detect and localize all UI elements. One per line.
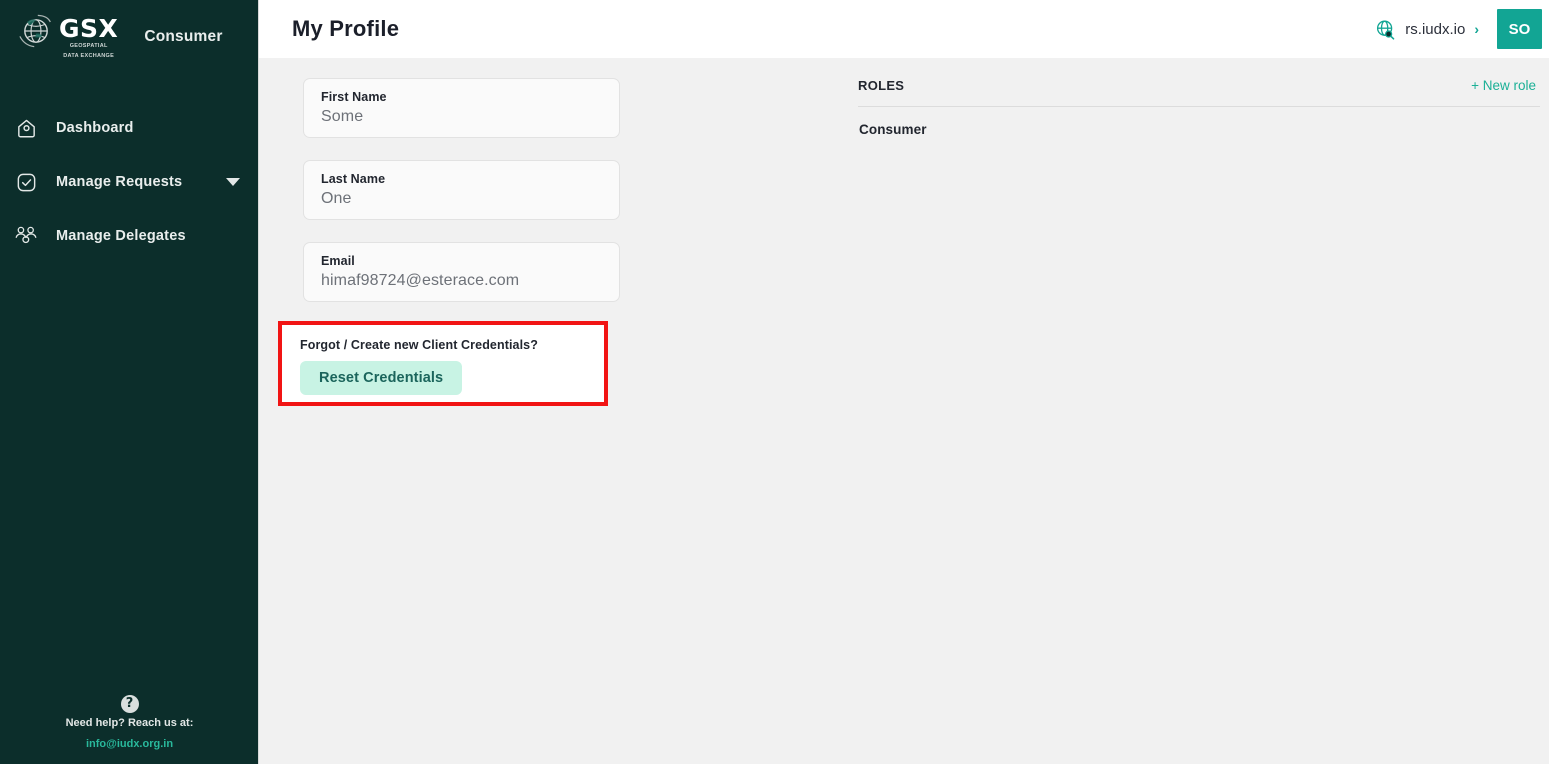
app-root: GSX GEOSPATIAL DATA EXCHANGE Consumer Da…	[0, 0, 1549, 764]
chevron-down-icon[interactable]	[226, 178, 240, 186]
home-icon	[14, 116, 38, 140]
help-text: Need help? Reach us at:	[65, 717, 194, 729]
profile-form-column: First Name Some Last Name One Email hima…	[259, 58, 845, 764]
people-group-icon	[14, 224, 38, 248]
first-name-field[interactable]: First Name Some	[303, 78, 620, 138]
question-circle-icon: ?	[120, 695, 139, 713]
sidebar-item-label: Dashboard	[56, 120, 134, 136]
wordmark-subtitle-line1: GEOSPATIAL	[69, 43, 108, 50]
last-name-field[interactable]: Last Name One	[303, 160, 620, 220]
server-name: rs.iudx.io	[1405, 20, 1466, 38]
content-area: First Name Some Last Name One Email hima…	[259, 58, 1549, 764]
sidebar-item-label: Manage Requests	[56, 174, 183, 190]
help-section: ? Need help? Reach us at: info@iudx.org.…	[0, 695, 259, 752]
brand-header: GSX GEOSPATIAL DATA EXCHANGE Consumer	[0, 0, 258, 74]
wordmark-subtitle-line2: DATA EXCHANGE	[63, 52, 115, 59]
roles-column: ROLES + New role Consumer	[845, 58, 1549, 764]
sidebar-item-label: Manage Delegates	[56, 228, 186, 244]
globe-search-icon	[1377, 20, 1395, 40]
sidebar-item-manage-delegates[interactable]: Manage Delegates	[0, 214, 258, 258]
email-field[interactable]: Email himaf98724@esterace.com	[303, 242, 620, 302]
page-title: My Profile	[292, 16, 400, 41]
last-name-label: Last Name	[321, 172, 386, 186]
chevron-right-icon: ›	[1474, 21, 1479, 37]
avatar[interactable]: SO	[1497, 9, 1542, 49]
reset-credentials-section: Forgot / Create new Client Credentials? …	[282, 325, 604, 395]
sidebar-item-manage-requests[interactable]: Manage Requests	[0, 160, 258, 204]
first-name-label: First Name	[321, 90, 387, 104]
roles-title: ROLES	[858, 78, 905, 93]
wordmark-text: GSX	[59, 14, 119, 44]
top-bar: My Profile rs.iudx.io › SO	[259, 0, 1549, 58]
email-value: himaf98724@esterace.com	[321, 272, 520, 289]
new-role-button[interactable]: + New role	[1471, 78, 1536, 93]
reset-credentials-button[interactable]: Reset Credentials	[300, 361, 463, 395]
email-label: Email	[321, 254, 355, 268]
gsx-logo: GSX GEOSPATIAL DATA EXCHANGE	[18, 14, 118, 60]
reset-credentials-highlight: Forgot / Create new Client Credentials? …	[278, 321, 608, 406]
server-selector[interactable]: rs.iudx.io ›	[1375, 19, 1497, 40]
roles-header: ROLES + New role	[858, 78, 1540, 93]
first-name-value: Some	[321, 108, 364, 125]
top-bar-right: rs.iudx.io › SO	[1375, 0, 1549, 58]
main-area: My Profile rs.iudx.io › SO First Name So…	[259, 0, 1549, 764]
help-email-link[interactable]: info@iudx.org.in	[86, 738, 173, 750]
sidebar-item-dashboard[interactable]: Dashboard	[0, 106, 258, 150]
sidebar: GSX GEOSPATIAL DATA EXCHANGE Consumer Da…	[0, 0, 259, 764]
check-square-icon	[14, 170, 38, 194]
list-item: Consumer	[859, 122, 927, 137]
wordmark: GSX GEOSPATIAL DATA EXCHANGE	[59, 14, 118, 60]
globe-icon	[19, 14, 51, 48]
sidebar-nav: Dashboard Manage Requests Manage Delegat…	[0, 106, 258, 268]
credentials-question: Forgot / Create new Client Credentials?	[300, 338, 538, 352]
brand-role-label: Consumer	[144, 28, 223, 45]
last-name-value: One	[321, 190, 352, 207]
